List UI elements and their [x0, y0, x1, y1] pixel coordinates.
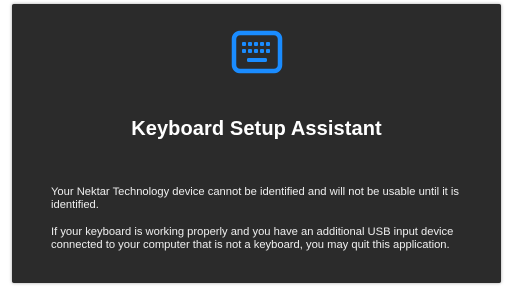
page-title: Keyboard Setup Assistant: [131, 118, 382, 140]
keyboard-icon: [231, 30, 282, 74]
setup-assistant-window: Keyboard Setup Assistant Your Nektar Tec…: [12, 4, 501, 283]
quit-hint-message: If your keyboard is working properly and…: [51, 226, 454, 251]
keyboard-icon-container: [12, 30, 501, 80]
identification-message: Your Nektar Technology device cannot be …: [51, 186, 459, 211]
